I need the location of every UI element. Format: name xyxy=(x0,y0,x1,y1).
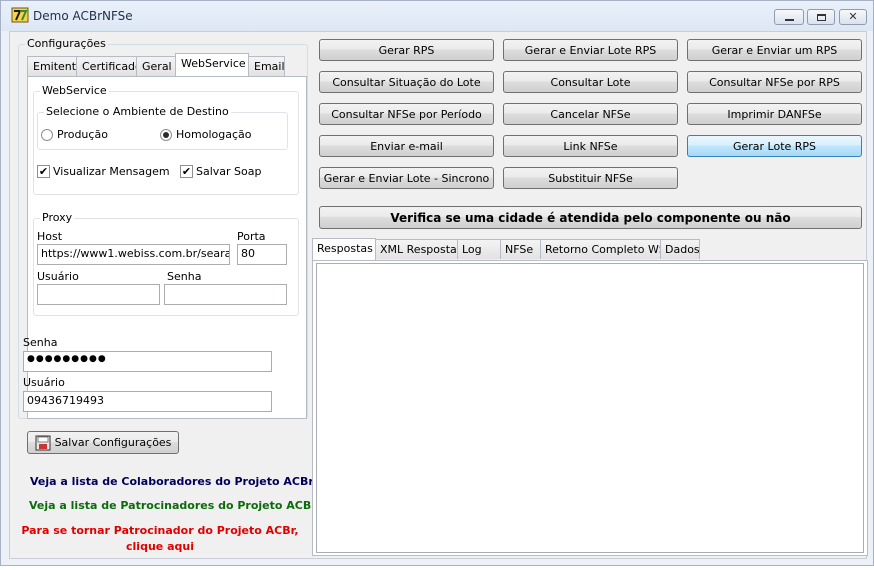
visualizar-mensagem-label: Visualizar Mensagem xyxy=(53,165,170,178)
link-tornar-line2: clique aqui xyxy=(126,540,194,553)
consultar-nfse-periodo-button[interactable]: Consultar NFSe por Período xyxy=(319,103,494,125)
substituir-nfse-button[interactable]: Substituir NFSe xyxy=(503,167,678,189)
producao-radio[interactable] xyxy=(41,129,53,141)
gerar-enviar-lote-sincrono-button[interactable]: Gerar e Enviar Lote - Sincrono xyxy=(319,167,494,189)
usuario-label: Usuário xyxy=(23,376,65,389)
proxy-usuario-label: Usuário xyxy=(37,270,79,283)
homologacao-radio[interactable] xyxy=(160,129,172,141)
consultar-lote-button[interactable]: Consultar Lote xyxy=(503,71,678,93)
webservice-group-label: WebService xyxy=(40,84,109,97)
config-group-label: Configurações xyxy=(25,37,108,50)
enviar-email-button[interactable]: Enviar e-mail xyxy=(319,135,494,157)
gerar-enviar-lote-rps-button[interactable]: Gerar e Enviar Lote RPS xyxy=(503,39,678,61)
save-config-label: Salvar Configurações xyxy=(54,436,172,449)
tab-log[interactable]: Log xyxy=(457,239,501,259)
consultar-situacao-lote-button[interactable]: Consultar Situação do Lote xyxy=(319,71,494,93)
imprimir-danfse-button[interactable]: Imprimir DANFSe xyxy=(687,103,862,125)
tab-emitente[interactable]: Emitente xyxy=(27,56,83,76)
proxy-host-label: Host xyxy=(37,230,63,243)
verifica-cidade-button[interactable]: Verifica se uma cidade é atendida pelo c… xyxy=(319,206,862,229)
link-patrocinadores[interactable]: Veja a lista de Patrocinadores do Projet… xyxy=(29,499,317,512)
proxy-senha-label: Senha xyxy=(167,270,202,283)
ambiente-group: Selecione o Ambiente de Destino Produção… xyxy=(37,105,288,150)
proxy-senha-input[interactable] xyxy=(164,284,287,305)
tab-webservice[interactable]: WebService xyxy=(175,53,249,76)
senha-input[interactable]: ●●●●●●●●● xyxy=(23,351,272,372)
consultar-nfse-por-rps-button[interactable]: Consultar NFSe por RPS xyxy=(687,71,862,93)
tab-nfse[interactable]: NFSe xyxy=(500,239,541,259)
ambiente-group-label: Selecione o Ambiente de Destino xyxy=(44,105,231,118)
close-icon: ✕ xyxy=(848,10,858,23)
cancelar-nfse-button[interactable]: Cancelar NFSe xyxy=(503,103,678,125)
title-bar[interactable]: Demo ACBrNFSe ✕ xyxy=(1,1,873,31)
webservice-group: WebService Selecione o Ambiente de Desti… xyxy=(33,84,299,195)
webservice-tab-page: WebService Selecione o Ambiente de Desti… xyxy=(23,76,307,419)
gerar-lote-rps-button[interactable]: Gerar Lote RPS xyxy=(687,135,862,157)
tab-certificado[interactable]: Certificado xyxy=(76,56,142,76)
proxy-porta-input[interactable]: 80 xyxy=(237,244,287,265)
link-tornar-patrocinador[interactable]: Para se tornar Patrocinador do Projeto A… xyxy=(20,523,300,555)
tab-geral[interactable]: Geral xyxy=(136,56,176,76)
proxy-group-label: Proxy xyxy=(40,211,75,224)
tab-xml-resposta[interactable]: XML Resposta xyxy=(375,239,458,259)
maximize-button[interactable] xyxy=(807,9,835,25)
tab-dados[interactable]: Dados xyxy=(660,239,700,259)
config-tabs: Emitente Certificado Geral WebService Em… xyxy=(27,53,301,77)
salvar-soap-label: Salvar Soap xyxy=(196,165,262,178)
config-group: Configurações Emitente Certificado Geral… xyxy=(18,37,308,419)
save-config-button[interactable]: Salvar Configurações xyxy=(27,431,179,454)
tab-retorno-completo-ws[interactable]: Retorno Completo WS xyxy=(540,239,666,259)
response-tabs: Respostas XML Resposta Log NFSe Retorno … xyxy=(312,238,868,261)
tab-respostas[interactable]: Respostas xyxy=(312,238,376,260)
close-button[interactable]: ✕ xyxy=(839,9,867,25)
tab-email[interactable]: Email xyxy=(248,56,285,76)
salvar-soap-checkbox[interactable]: ✔ xyxy=(180,165,193,178)
client-area: Configurações Emitente Certificado Geral… xyxy=(9,31,868,559)
usuario-input[interactable]: 09436719493 xyxy=(23,391,272,412)
response-memo[interactable] xyxy=(316,263,864,553)
proxy-host-input[interactable]: https://www1.webiss.com.br/searacaju xyxy=(37,244,230,265)
minimize-button[interactable] xyxy=(774,9,804,25)
proxy-usuario-input[interactable] xyxy=(37,284,160,305)
app-icon xyxy=(11,7,29,23)
window-title: Demo ACBrNFSe xyxy=(33,9,133,23)
app-window: Demo ACBrNFSe ✕ Configurações Emitente C… xyxy=(0,0,874,566)
response-panel xyxy=(312,260,868,556)
senha-label: Senha xyxy=(23,336,58,349)
producao-label: Produção xyxy=(57,128,108,141)
save-config-icon xyxy=(35,435,51,450)
proxy-group: Proxy Host https://www1.webiss.com.br/se… xyxy=(33,211,299,316)
link-nfse-button[interactable]: Link NFSe xyxy=(503,135,678,157)
link-colaboradores[interactable]: Veja a lista de Colaboradores do Projeto… xyxy=(30,475,314,488)
minimize-icon xyxy=(784,18,794,21)
gerar-rps-button[interactable]: Gerar RPS xyxy=(319,39,494,61)
homologacao-label: Homologação xyxy=(176,128,252,141)
visualizar-mensagem-checkbox[interactable]: ✔ xyxy=(37,165,50,178)
gerar-enviar-um-rps-button[interactable]: Gerar e Enviar um RPS xyxy=(687,39,862,61)
maximize-icon xyxy=(816,13,826,21)
proxy-porta-label: Porta xyxy=(237,230,266,243)
link-tornar-line1: Para se tornar Patrocinador do Projeto A… xyxy=(21,524,299,537)
